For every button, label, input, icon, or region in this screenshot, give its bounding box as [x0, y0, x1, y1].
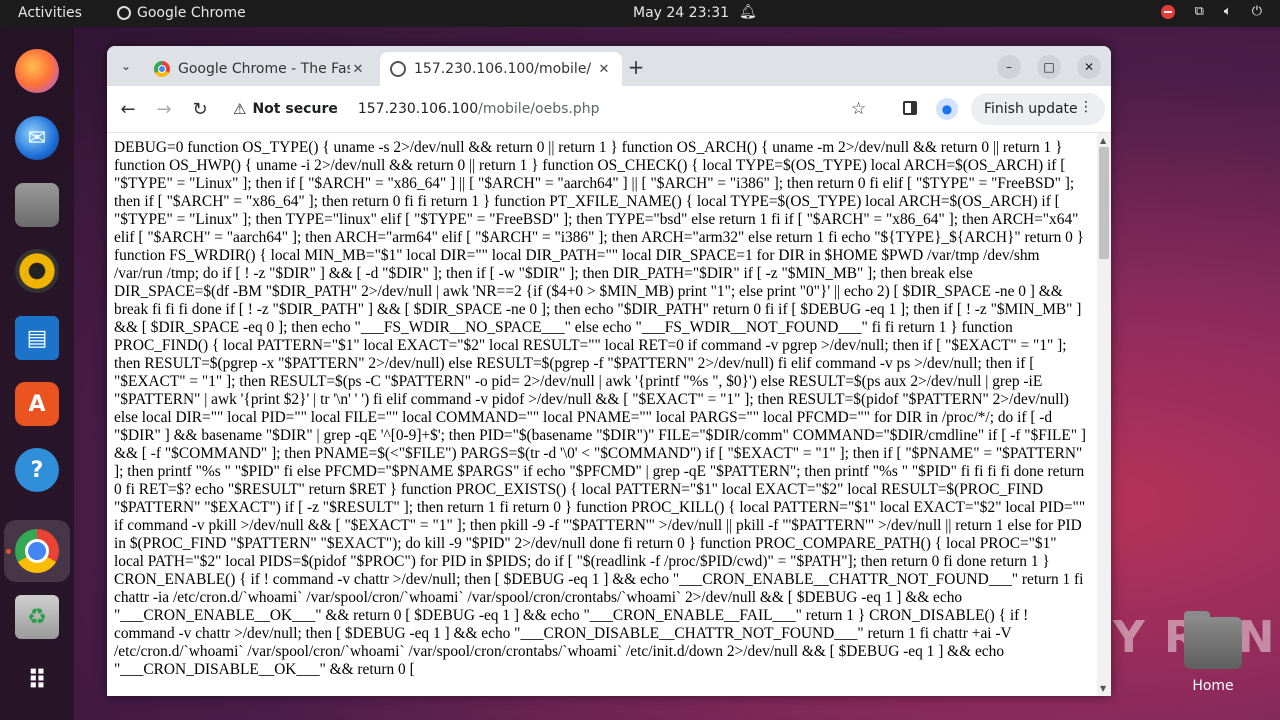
url-text[interactable]: 157.230.106.100/mobile/oebs.php [358, 101, 600, 117]
finish-update-button[interactable]: Finish update ⋮ [971, 93, 1105, 125]
url-host: 157.230.106.100 [357, 101, 479, 117]
firefox-icon [15, 49, 59, 93]
address-bar[interactable]: ⚠ Not secure 157.230.106.100/mobile/oebs… [225, 92, 881, 126]
app-center-icon: A [15, 382, 59, 426]
apps-grid-icon: ⠿ [26, 666, 48, 696]
system-tray[interactable]: ⧉ 🔈︎ ⏻ [1160, 4, 1262, 19]
vertical-scrollbar[interactable]: ▲ ▼ [1097, 133, 1111, 696]
dock: ✉ ▤ A ? ♻ ⠿ [0, 27, 74, 720]
volume-icon: 🔈︎ [1223, 4, 1232, 19]
activities-button[interactable]: Activities [18, 5, 82, 21]
arrow-right-icon: → [156, 98, 172, 120]
recording-icon [1160, 4, 1175, 19]
chrome-favicon-icon [154, 61, 170, 77]
dock-help[interactable]: ? [13, 446, 61, 494]
new-tab-button[interactable]: + [625, 55, 647, 79]
dock-rhythmbox[interactable] [13, 247, 61, 295]
clock[interactable]: May 24 23:31 [633, 5, 729, 21]
dock-thunderbird[interactable]: ✉ [13, 114, 61, 162]
top-bar: Activities Google Chrome May 24 23:31 🔔︎… [0, 0, 1280, 27]
app-menu[interactable]: Google Chrome [117, 5, 246, 21]
tab-close-icon[interactable]: ✕ [350, 62, 366, 77]
page-content: DEBUG=0 function OS_TYPE() { uname -s 2>… [107, 133, 1097, 696]
scroll-up-icon[interactable]: ▲ [1100, 136, 1106, 145]
page-text: DEBUG=0 function OS_TYPE() { uname -s 2>… [114, 139, 1087, 678]
scroll-down-icon[interactable]: ▼ [1100, 684, 1106, 693]
tab-active-page[interactable]: 157.230.106.100/mobile/ ✕ [380, 52, 622, 86]
tab-title: 157.230.106.100/mobile/ [414, 61, 592, 77]
side-panel-icon[interactable] [903, 101, 917, 115]
help-icon: ? [15, 448, 59, 492]
url-path: /mobile/oebs.php [478, 101, 600, 117]
arrow-left-icon: ← [120, 98, 136, 120]
tab-title: Google Chrome - The Fas [178, 61, 350, 77]
dock-trash[interactable]: ♻ [13, 593, 61, 641]
dock-writer[interactable]: ▤ [13, 314, 61, 362]
minimize-icon: – [1006, 60, 1012, 74]
home-folder-label[interactable]: Home [1185, 678, 1241, 694]
bookmark-star-icon[interactable]: ☆ [851, 99, 866, 119]
dock-firefox[interactable] [13, 47, 61, 95]
rhythmbox-icon [15, 249, 59, 293]
reload-icon: ↻ [192, 98, 208, 120]
chrome-icon [15, 529, 59, 573]
maximize-button[interactable]: □ [1037, 55, 1061, 79]
thunderbird-icon: ✉ [15, 116, 59, 160]
writer-icon: ▤ [15, 316, 59, 360]
chevron-down-icon: ⌄ [120, 59, 132, 73]
scrollbar-thumb[interactable] [1099, 147, 1109, 259]
dock-chrome[interactable] [13, 527, 61, 575]
running-indicator [6, 549, 11, 554]
chrome-icon [117, 6, 131, 20]
trash-icon: ♻ [15, 595, 59, 639]
dock-app-center[interactable]: A [13, 380, 61, 428]
kebab-menu-icon[interactable]: ⋮ [1079, 99, 1093, 115]
network-icon: ⧉ [1194, 4, 1204, 19]
back-button[interactable]: ← [117, 98, 139, 120]
close-window-button[interactable]: ✕ [1077, 55, 1101, 79]
home-folder-icon[interactable] [1184, 611, 1242, 669]
chrome-window: ⌄ Google Chrome - The Fas ✕ 157.230.106.… [107, 46, 1111, 696]
files-icon [15, 183, 59, 227]
tab-close-icon[interactable]: ✕ [596, 62, 612, 77]
bell-icon: 🔔︎ [739, 4, 757, 20]
toolbar: ← → ↻ ⚠ Not secure 157.230.106.100/mobil… [107, 86, 1111, 133]
profile-avatar-icon[interactable]: ● [936, 98, 958, 120]
warning-icon[interactable]: ⚠ [233, 100, 246, 118]
tab-search-button[interactable]: ⌄ [114, 54, 138, 78]
minimize-button[interactable]: – [997, 55, 1021, 79]
tab-strip: ⌄ Google Chrome - The Fas ✕ 157.230.106.… [107, 46, 1111, 86]
dock-files[interactable] [13, 181, 61, 229]
globe-favicon-icon [390, 61, 406, 77]
app-name: Google Chrome [137, 5, 246, 21]
power-icon: ⏻ [1251, 4, 1262, 19]
dock-apps-grid[interactable]: ⠿ [13, 657, 61, 705]
maximize-icon: □ [1043, 60, 1055, 74]
forward-button[interactable]: → [153, 98, 175, 120]
security-indicator[interactable]: Not secure [252, 101, 337, 117]
finish-update-label: Finish update [984, 101, 1078, 117]
reload-button[interactable]: ↻ [189, 98, 211, 120]
tab-chrome[interactable]: Google Chrome - The Fas ✕ [144, 52, 376, 86]
close-icon: ✕ [1083, 60, 1095, 74]
